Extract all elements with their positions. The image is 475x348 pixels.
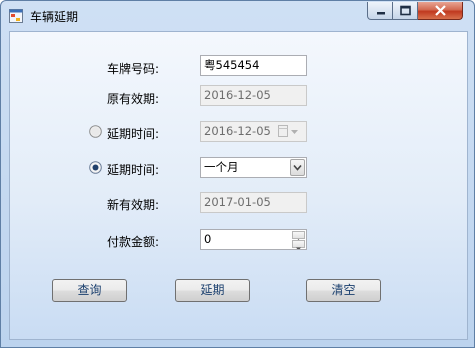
orig-expiry-label: 原有效期: — [107, 92, 160, 106]
extend-period-value: 一个月 — [204, 160, 239, 174]
extend-period-radio[interactable] — [89, 161, 102, 174]
new-expiry-field: 2017-01-05 — [200, 192, 307, 213]
vehicle-extension-window: 车辆延期 车牌号码: 粤545454 原有效期: 2016-12-05 延期时间… — [0, 0, 475, 348]
window-title: 车辆延期 — [30, 10, 79, 24]
chevron-down-icon — [296, 247, 301, 249]
close-button[interactable] — [418, 2, 463, 20]
form-panel: 车牌号码: 粤545454 原有效期: 2016-12-05 延期时间: 201… — [9, 31, 468, 340]
amount-stepper[interactable]: 0 — [200, 229, 307, 250]
extend-button[interactable]: 延期 — [175, 279, 250, 302]
extend-period-select[interactable]: 一个月 — [200, 157, 307, 178]
title-bar[interactable]: 车辆延期 — [1, 1, 474, 29]
minimize-icon — [377, 12, 385, 15]
close-icon — [435, 5, 446, 16]
spin-up-button[interactable] — [292, 231, 305, 242]
app-form-icon — [9, 9, 23, 23]
maximize-button[interactable] — [393, 2, 418, 20]
new-expiry-label: 新有效期: — [107, 198, 160, 212]
amount-label: 付款金额: — [107, 235, 160, 249]
orig-expiry-field: 2016-12-05 — [200, 85, 307, 106]
plate-label: 车牌号码: — [107, 62, 160, 76]
amount-spin-buttons — [292, 231, 305, 249]
chevron-down-icon — [293, 164, 302, 171]
minimize-button[interactable] — [367, 2, 393, 20]
query-button[interactable]: 查询 — [52, 279, 127, 302]
extend-date-label: 延期时间: — [107, 127, 160, 141]
extend-date-picker[interactable]: 2016-12-05 — [200, 121, 307, 142]
clear-button[interactable]: 清空 — [306, 279, 381, 302]
extend-date-radio[interactable] — [89, 125, 102, 138]
spin-down-button[interactable] — [292, 240, 305, 249]
plate-input[interactable]: 粤545454 — [200, 55, 307, 76]
amount-value: 0 — [204, 232, 212, 246]
extend-period-dropdown-button[interactable] — [290, 159, 305, 176]
extend-period-label: 延期时间: — [107, 163, 160, 177]
extend-date-value: 2016-12-05 — [204, 124, 271, 138]
calendar-dropdown-icon[interactable] — [277, 123, 305, 140]
maximize-icon — [400, 5, 411, 16]
